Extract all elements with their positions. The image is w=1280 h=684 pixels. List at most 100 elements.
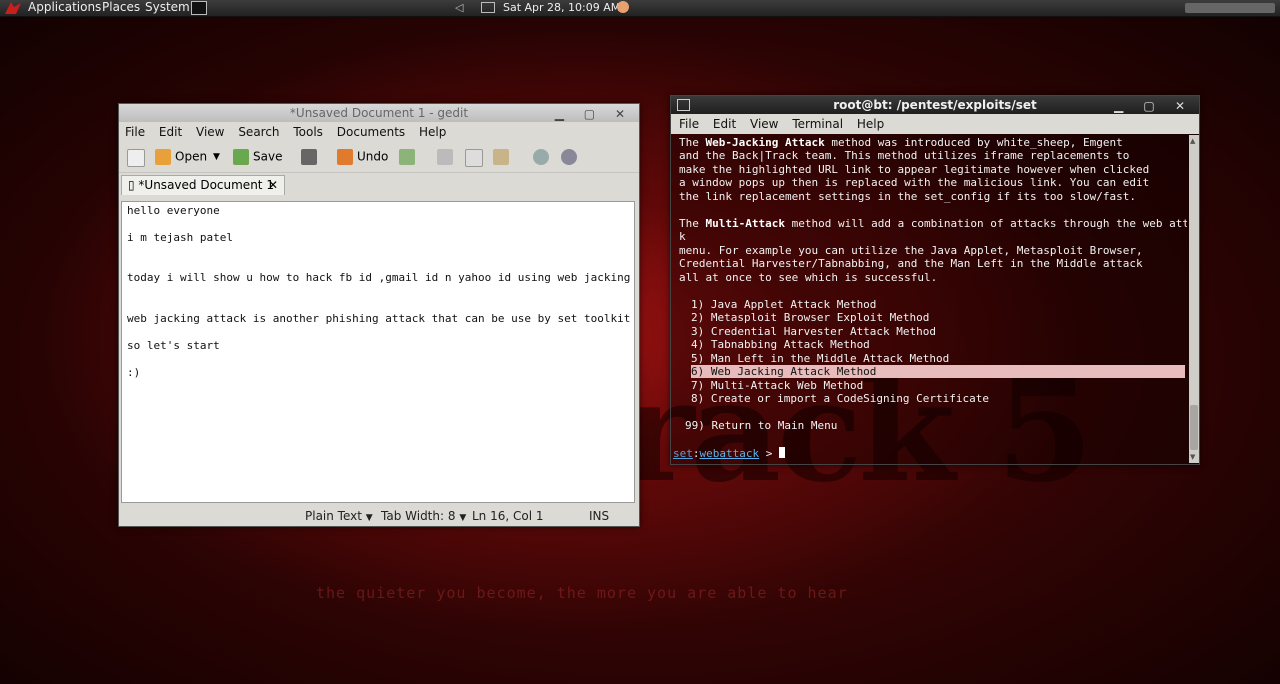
menu-documents[interactable]: Documents [337, 125, 405, 139]
tab-width-selector[interactable]: Tab Width: 8 ▼ [381, 506, 466, 528]
editor-line: i m tejash patel [127, 231, 233, 244]
editor-line: web jacking attack is another phishing a… [127, 312, 631, 325]
scrollbar-thumb[interactable] [1190, 405, 1198, 450]
terminal-line: The Multi-Attack method will add a combi… [679, 217, 1187, 230]
undo-icon [337, 149, 353, 165]
tab-unsaved-document[interactable]: ▯ *Unsaved Document 1 ✕ [121, 175, 285, 195]
printer-icon [301, 149, 317, 165]
gedit-tabbar: ▯ *Unsaved Document 1 ✕ [119, 173, 639, 195]
terminal-line: a window pops up then is replaced with t… [679, 176, 1150, 189]
editor-line: :) [127, 366, 141, 379]
language-selector[interactable]: Plain Text ▼ [305, 506, 373, 528]
menu-option: 3) Credential Harvester Attack Method [691, 325, 937, 338]
paste-icon [493, 149, 509, 165]
menu-option: 1) Java Applet Attack Method [691, 298, 877, 311]
print-button[interactable] [301, 149, 321, 165]
gedit-window: *Unsaved Document 1 - gedit ▁ ▢ ✕ File E… [118, 103, 640, 527]
terminal-titlebar[interactable]: root@bt: /pentest/exploits/set ▁ ▢ ✕ [671, 96, 1199, 114]
menu-help[interactable]: Help [419, 125, 446, 139]
find-button[interactable] [533, 149, 553, 165]
terminal-line: The Web-Jacking Attack method was introd… [679, 136, 1123, 149]
tab-label: *Unsaved Document 1 [138, 178, 274, 192]
terminal-window: root@bt: /pentest/exploits/set ▁ ▢ ✕ Fil… [670, 95, 1200, 465]
open-label: Open [175, 149, 208, 164]
clock[interactable]: Sat Apr 28, 10:09 AM [503, 0, 620, 15]
places-menu[interactable]: Places [102, 0, 140, 16]
new-button[interactable] [127, 149, 149, 167]
text-editor[interactable]: hello everyone i m tejash patel today i … [121, 201, 635, 503]
editor-line: so let's start [127, 339, 220, 352]
menu-terminal[interactable]: Terminal [792, 117, 843, 131]
terminal-line: make the highlighted URL link to appear … [679, 163, 1150, 176]
replace-button[interactable] [561, 149, 581, 165]
system-menu[interactable]: System [145, 0, 190, 16]
window-controls[interactable]: ▁ ▢ ✕ [555, 105, 633, 123]
menu-view[interactable]: View [196, 125, 224, 139]
top-panel: Applications Places System ◁ Sat Apr 28,… [0, 0, 1280, 17]
editor-line: today i will show u how to hack fb id ,g… [127, 271, 631, 284]
user-icon[interactable] [617, 1, 629, 13]
insert-mode: INS [589, 509, 610, 523]
terminal-line: and the Back|Track team. This method uti… [679, 149, 1130, 162]
document-icon: ▯ [128, 178, 139, 192]
window-title: *Unsaved Document 1 - gedit [289, 106, 469, 120]
cut-button[interactable] [437, 149, 457, 165]
menu-edit[interactable]: Edit [159, 125, 182, 139]
undo-label: Undo [357, 149, 389, 164]
menu-search[interactable]: Search [238, 125, 279, 139]
menu-file[interactable]: File [679, 117, 699, 131]
scroll-down-icon[interactable]: ▼ [1190, 453, 1195, 461]
terminal-line: menu. For example you can utilize the Ja… [679, 244, 1143, 257]
gedit-statusbar: Plain Text ▼ Tab Width: 8 ▼ Ln 16, Col 1… [119, 506, 639, 526]
copy-button[interactable] [465, 149, 487, 167]
menu-edit[interactable]: Edit [713, 117, 736, 131]
terminal-menubar: File Edit View Terminal Help [671, 114, 1199, 134]
menu-help[interactable]: Help [857, 117, 884, 131]
paste-button[interactable] [493, 149, 513, 165]
language-label: Plain Text [305, 509, 362, 523]
terminal-line: all at once to see which is successful. [679, 271, 938, 284]
terminal-launcher-icon[interactable] [191, 1, 207, 15]
applications-menu[interactable]: Applications [28, 0, 101, 16]
terminal-line: the link replacement settings in the set… [679, 190, 1136, 203]
terminal-screen[interactable]: The Web-Jacking Attack method was introd… [671, 135, 1187, 463]
save-button[interactable]: Save [233, 149, 282, 165]
menu-option-selected: 6) Web Jacking Attack Method [691, 365, 877, 378]
search-icon [533, 149, 549, 165]
terminal-icon [677, 99, 690, 111]
scroll-up-icon[interactable]: ▲ [1190, 137, 1195, 145]
menu-file[interactable]: File [125, 125, 145, 139]
gedit-titlebar[interactable]: *Unsaved Document 1 - gedit ▁ ▢ ✕ [119, 104, 639, 122]
window-controls[interactable]: ▁ ▢ ✕ [1114, 97, 1193, 115]
menu-tools[interactable]: Tools [293, 125, 323, 139]
menu-option-return: 99) Return to Main Menu [685, 419, 838, 432]
editor-line: hello everyone [127, 204, 220, 217]
open-button[interactable]: Open [155, 149, 207, 165]
tab-width-label: Tab Width: 8 [381, 509, 456, 523]
menu-option: 5) Man Left in the Middle Attack Method [691, 352, 950, 365]
undo-button[interactable]: Undo [337, 149, 388, 165]
panel-applet[interactable] [1185, 3, 1275, 13]
redo-icon [399, 149, 415, 165]
menu-view[interactable]: View [750, 117, 778, 131]
terminal-scrollbar[interactable]: ▲ ▼ [1189, 135, 1199, 463]
scissors-icon [437, 149, 453, 165]
menu-option: 4) Tabnabbing Attack Method [691, 338, 870, 351]
copy-icon [465, 149, 483, 167]
gedit-menubar: File Edit View Search Tools Documents He… [119, 122, 639, 142]
cursor-position: Ln 16, Col 1 [472, 509, 544, 523]
wallpaper-tagline: the quieter you become, the more you are… [316, 584, 848, 602]
gedit-toolbar: Open ▼ Save Undo [119, 142, 639, 173]
save-label: Save [253, 149, 283, 164]
open-dropdown-icon[interactable]: ▼ [213, 152, 220, 162]
mail-icon[interactable] [481, 2, 495, 13]
volume-icon[interactable]: ◁ [455, 1, 463, 14]
new-document-icon [127, 149, 145, 167]
terminal-prompt[interactable]: set:webattack > [673, 447, 785, 460]
backtrack-dragon-icon[interactable] [3, 0, 23, 16]
dropdown-icon: ▼ [459, 513, 467, 523]
redo-button[interactable] [399, 149, 419, 165]
tab-close-icon[interactable]: ✕ [268, 176, 278, 195]
save-icon [233, 149, 249, 165]
folder-icon [155, 149, 171, 165]
